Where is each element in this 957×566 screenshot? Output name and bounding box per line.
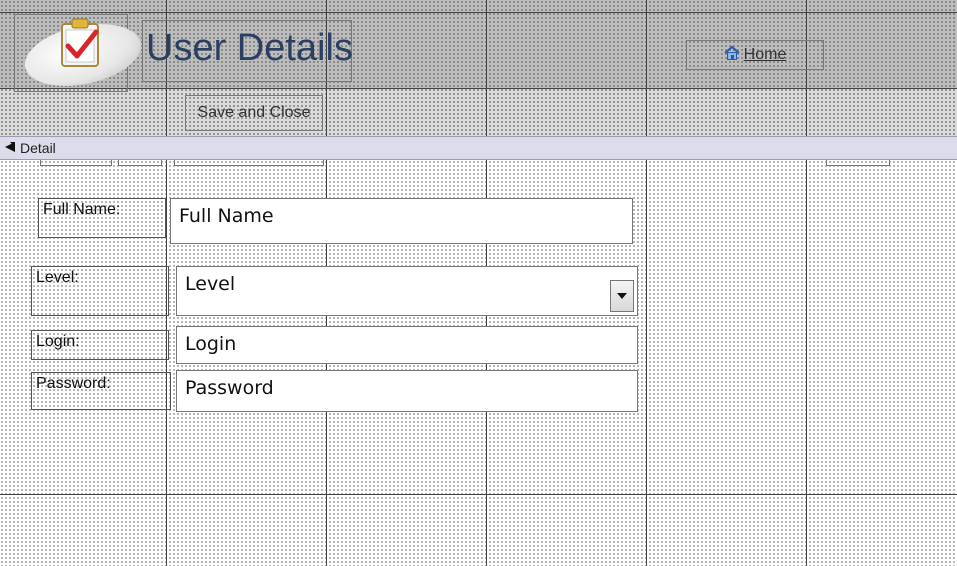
dropdown-arrow-icon[interactable]	[610, 280, 634, 312]
full-name-label[interactable]: Full Name:	[38, 198, 166, 238]
form-header-lower	[0, 88, 957, 136]
detail-section-bar[interactable]: Detail	[0, 136, 957, 160]
clipboard-check-icon	[56, 18, 106, 70]
page-title: User Details	[146, 27, 353, 69]
save-and-close-button[interactable]: Save and Close	[185, 95, 323, 131]
tab-stub	[826, 160, 890, 166]
home-button-label: Home	[743, 46, 787, 63]
password-field[interactable]: Password	[176, 370, 638, 412]
login-field[interactable]: Login	[176, 326, 638, 364]
tab-stub	[118, 160, 162, 166]
tab-stub	[40, 160, 112, 166]
login-label[interactable]: Login:	[31, 330, 169, 360]
password-label[interactable]: Password:	[31, 372, 171, 410]
detail-section: Full Name: Full Name Level: Level Login:…	[0, 160, 957, 566]
level-label[interactable]: Level:	[31, 266, 169, 316]
form-header: User Details Home Save and Close	[0, 0, 957, 136]
home-button[interactable]: Home	[686, 40, 824, 70]
home-icon	[724, 45, 740, 66]
full-name-field[interactable]: Full Name	[170, 198, 633, 244]
level-combo-box[interactable]: Level	[176, 266, 638, 316]
detail-section-label: Detail	[20, 140, 56, 156]
tab-stub	[174, 160, 324, 166]
section-arrow-icon	[4, 140, 16, 156]
